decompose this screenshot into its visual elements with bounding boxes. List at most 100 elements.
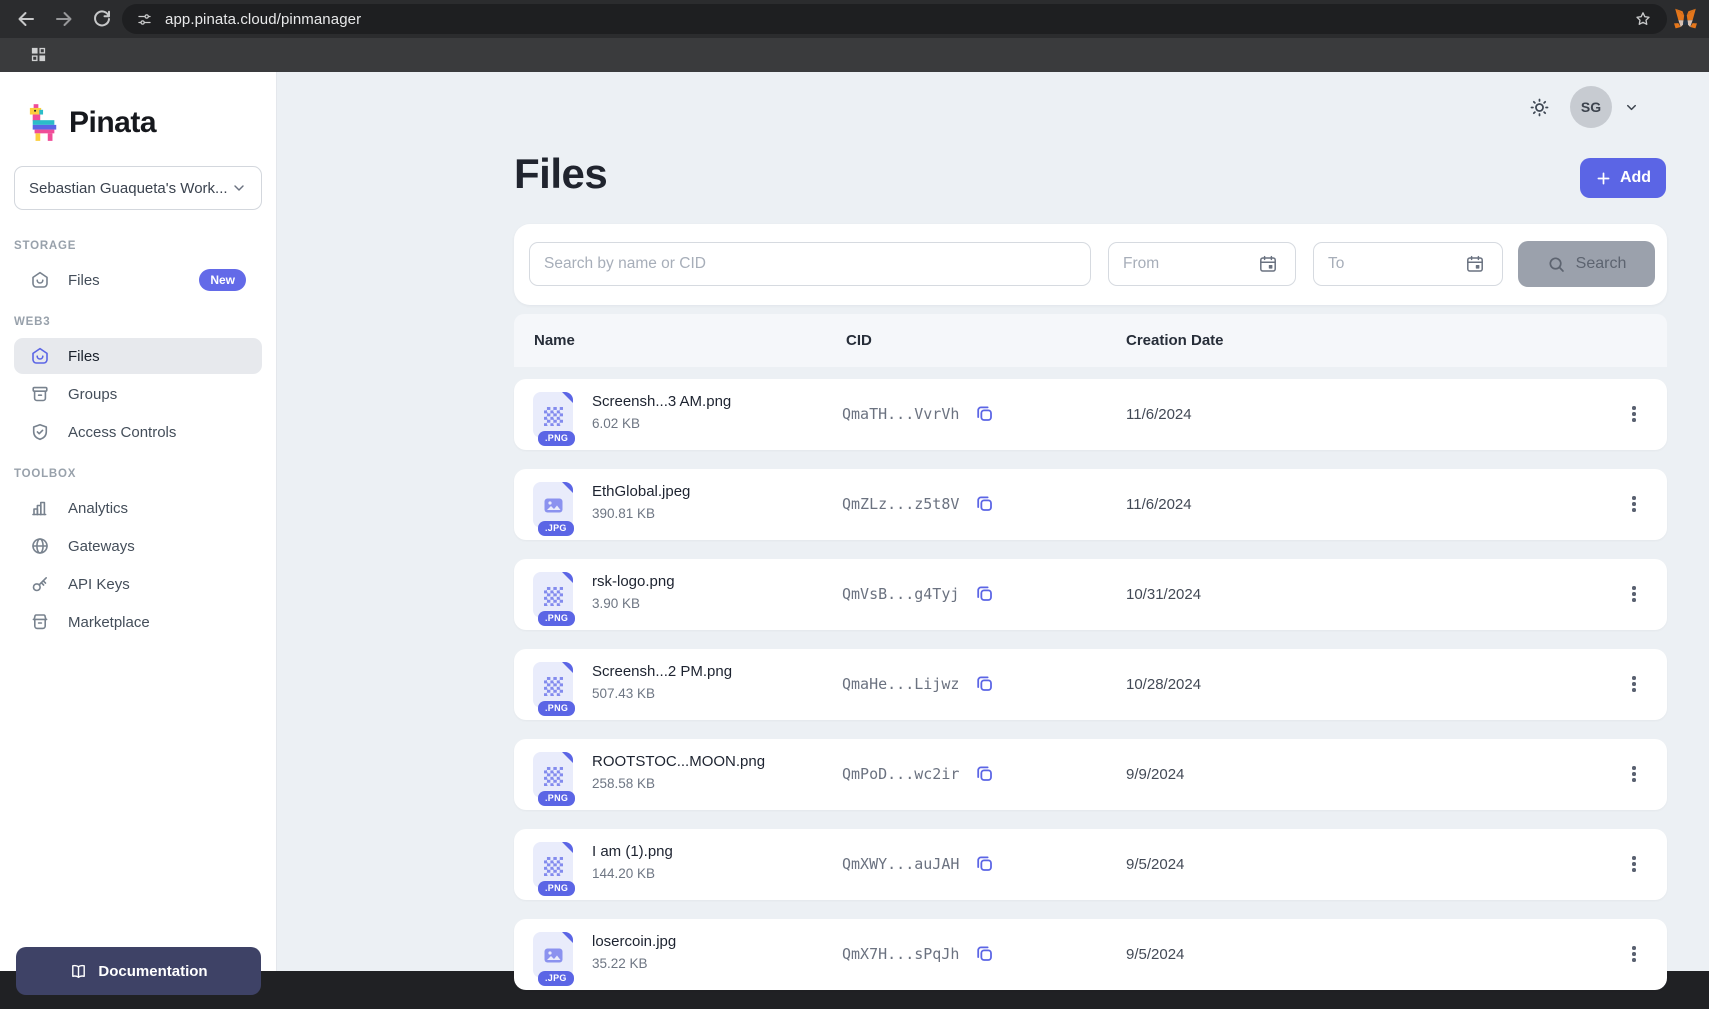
file-type-icon: .PNG	[533, 842, 573, 888]
file-size: 390.81 KB	[592, 506, 690, 521]
date-to-input[interactable]	[1313, 242, 1503, 286]
browser-address-bar[interactable]: app.pinata.cloud/pinmanager	[122, 4, 1667, 34]
file-list: .PNG Screensh...3 AM.png 6.02 KB QmaTH..…	[514, 379, 1667, 1009]
sidebar-item-api-keys[interactable]: API Keys	[14, 566, 262, 602]
sidebar-item-groups[interactable]: Groups	[14, 376, 262, 412]
file-size: 144.20 KB	[592, 866, 673, 881]
browser-forward-icon[interactable]	[52, 7, 76, 31]
file-name: ROOTSTOC...MOON.png	[592, 753, 765, 770]
search-button-label: Search	[1576, 255, 1627, 273]
sidebar-item-label: Groups	[68, 386, 117, 403]
sidebar-section-label: STORAGE	[0, 238, 276, 254]
documentation-label: Documentation	[98, 963, 207, 980]
pinata-wordmark: Pinata	[69, 106, 156, 140]
table-header: Name CID Creation Date	[514, 314, 1667, 367]
copy-cid-icon[interactable]	[974, 853, 995, 874]
date-from-input[interactable]	[1108, 242, 1296, 286]
avatar[interactable]: SG	[1570, 86, 1612, 128]
file-name: Screensh...3 AM.png	[592, 393, 731, 410]
plus-icon	[1595, 170, 1612, 187]
file-name: Screensh...2 PM.png	[592, 663, 732, 680]
metamask-extension-icon[interactable]	[1674, 8, 1697, 29]
row-menu-kebab-icon[interactable]	[1627, 760, 1641, 788]
new-badge: New	[199, 269, 246, 291]
account-chevron-down-icon[interactable]	[1624, 100, 1639, 115]
theme-toggle-sun-icon[interactable]	[1527, 95, 1552, 120]
file-size: 6.02 KB	[592, 416, 731, 431]
copy-cid-icon[interactable]	[974, 493, 995, 514]
sidebar-sections: STORAGE Files New WEB3 Files Groups Access Con…	[0, 238, 276, 640]
table-row[interactable]: .PNG Screensh...2 PM.png 507.43 KB QmaHe…	[514, 649, 1667, 720]
column-header-creation-date: Creation Date	[1126, 332, 1224, 349]
sidebar-item-label: Files	[68, 272, 100, 289]
documentation-button[interactable]: Documentation	[16, 947, 261, 995]
row-menu-kebab-icon[interactable]	[1627, 940, 1641, 968]
sidebar-section-label: WEB3	[0, 314, 276, 330]
pinata-logo[interactable]: Pinata	[0, 102, 276, 144]
column-header-name: Name	[534, 332, 575, 349]
row-menu-kebab-icon[interactable]	[1627, 580, 1641, 608]
sidebar-item-files[interactable]: Files New	[14, 262, 262, 298]
file-cid: QmXWY...auJAH	[842, 855, 959, 873]
table-row[interactable]: .PNG rsk-logo.png 3.90 KB QmVsB...g4Tyj …	[514, 559, 1667, 630]
file-creation-date: 9/5/2024	[1126, 856, 1184, 873]
sidebar-item-label: Analytics	[68, 500, 128, 517]
sidebar-item-label: Files	[68, 348, 100, 365]
file-type-icon: .PNG	[533, 662, 573, 708]
sidebar-item-files[interactable]: Files	[14, 338, 262, 374]
row-menu-kebab-icon[interactable]	[1627, 490, 1641, 518]
copy-cid-icon[interactable]	[974, 403, 995, 424]
file-creation-date: 11/6/2024	[1126, 496, 1192, 513]
gateways-icon	[30, 536, 50, 556]
copy-cid-icon[interactable]	[974, 763, 995, 784]
api-keys-icon	[30, 574, 50, 594]
copy-cid-icon[interactable]	[974, 943, 995, 964]
file-creation-date: 10/28/2024	[1126, 676, 1201, 693]
file-creation-date: 11/6/2024	[1126, 406, 1192, 423]
table-row[interactable]: .PNG Screensh...3 AM.png 6.02 KB QmaTH..…	[514, 379, 1667, 450]
site-settings-icon[interactable]	[136, 11, 153, 28]
table-row[interactable]: .JPG EthGlobal.jpeg 390.81 KB QmZLz...z5…	[514, 469, 1667, 540]
apps-grid-icon[interactable]	[30, 46, 47, 63]
add-button-label: Add	[1620, 169, 1651, 187]
row-menu-kebab-icon[interactable]	[1627, 670, 1641, 698]
sidebar-section-label: TOOLBOX	[0, 466, 276, 482]
copy-cid-icon[interactable]	[974, 583, 995, 604]
row-menu-kebab-icon[interactable]	[1627, 850, 1641, 878]
file-size: 35.22 KB	[592, 956, 676, 971]
file-creation-date: 9/9/2024	[1126, 766, 1184, 783]
browser-back-icon[interactable]	[14, 7, 38, 31]
file-type-icon: .PNG	[533, 752, 573, 798]
search-button[interactable]: Search	[1518, 241, 1655, 287]
file-name: I am (1).png	[592, 843, 673, 860]
file-type-badge: .PNG	[538, 611, 575, 626]
row-menu-kebab-icon[interactable]	[1627, 400, 1641, 428]
search-input[interactable]	[529, 242, 1091, 286]
url-text[interactable]: app.pinata.cloud/pinmanager	[165, 11, 361, 28]
add-button[interactable]: Add	[1580, 158, 1666, 198]
browser-reload-icon[interactable]	[90, 7, 114, 31]
file-creation-date: 9/5/2024	[1126, 946, 1184, 963]
sidebar-item-marketplace[interactable]: Marketplace	[14, 604, 262, 640]
sidebar-item-gateways[interactable]: Gateways	[14, 528, 262, 564]
sidebar-item-label: API Keys	[68, 576, 130, 593]
table-row[interactable]: .PNG ROOTSTOC...MOON.png 258.58 KB QmPoD…	[514, 739, 1667, 810]
search-icon	[1547, 255, 1566, 274]
sidebar-item-access-controls[interactable]: Access Controls	[14, 414, 262, 450]
pinata-llama-icon	[28, 103, 60, 143]
copy-cid-icon[interactable]	[974, 673, 995, 694]
browser-bookmarks-bar	[0, 38, 1709, 72]
sidebar-item-analytics[interactable]: Analytics	[14, 490, 262, 526]
access-controls-icon	[30, 422, 50, 442]
table-row[interactable]: .JPG losercoin.jpg 35.22 KB QmX7H...sPqJ…	[514, 919, 1667, 990]
sidebar-item-label: Access Controls	[68, 424, 176, 441]
sidebar-item-label: Marketplace	[68, 614, 150, 631]
file-type-icon: .JPG	[533, 482, 573, 528]
table-row[interactable]: .PNG I am (1).png 144.20 KB QmXWY...auJA…	[514, 829, 1667, 900]
page-title: Files	[514, 150, 607, 198]
bookmark-star-icon[interactable]	[1633, 9, 1653, 29]
workspace-selector[interactable]: Sebastian Guaqueta's Work...	[14, 166, 262, 210]
book-icon	[69, 962, 88, 981]
file-cid: QmaTH...VvrVh	[842, 405, 959, 423]
files-icon	[30, 346, 50, 366]
